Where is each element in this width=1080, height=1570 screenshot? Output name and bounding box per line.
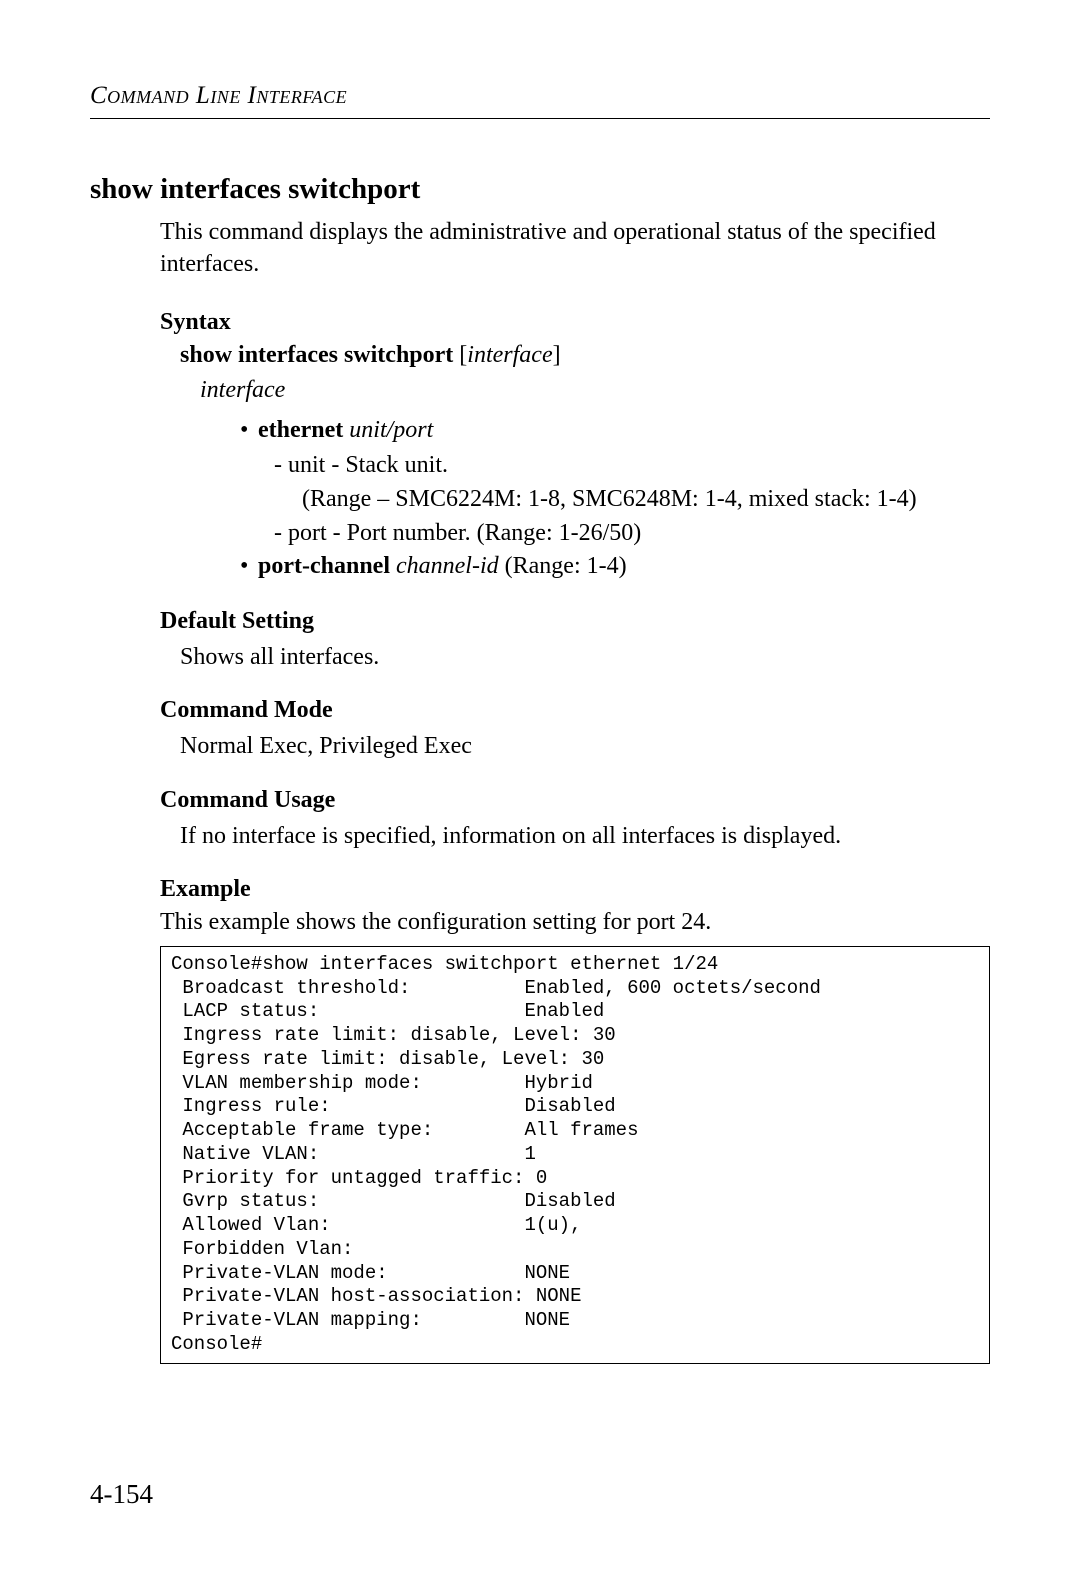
unit-subitem: unit - Stack unit.: [274, 449, 990, 483]
port-subitem: port - Port number. (Range: 1-26/50): [274, 517, 990, 551]
ethernet-arg: unit/port: [349, 417, 433, 443]
syntax-line: show interfaces switchport [interface]: [180, 342, 990, 369]
ethernet-option: ethernet unit/port: [240, 414, 990, 448]
header-rule: [90, 118, 990, 119]
command-mode-heading: Command Mode: [160, 697, 990, 724]
syntax-options-list: ethernet unit/port unit - Stack unit. (R…: [240, 414, 990, 584]
portchannel-arg: channel-id: [396, 553, 499, 579]
example-intro: This example shows the configuration set…: [160, 909, 990, 936]
unit-range: (Range – SMC6224M: 1-8, SMC6248M: 1-4, m…: [302, 483, 990, 517]
command-title: show interfaces switchport: [90, 173, 990, 206]
page-header: Command Line Interface: [90, 82, 990, 110]
command-usage-heading: Command Usage: [160, 787, 990, 814]
default-setting-heading: Default Setting: [160, 608, 990, 635]
page-number: 4-154: [90, 1479, 153, 1510]
portchannel-range: (Range: 1-4): [499, 553, 627, 579]
interface-label: interface: [200, 377, 990, 404]
document-page: Command Line Interface show interfaces s…: [0, 0, 1080, 1424]
console-output: Console#show interfaces switchport ether…: [160, 946, 990, 1364]
example-heading: Example: [160, 876, 990, 903]
ethernet-keyword: ethernet: [258, 417, 343, 443]
syntax-argument: interface: [467, 342, 552, 368]
syntax-heading: Syntax: [160, 309, 990, 336]
default-setting-text: Shows all interfaces.: [180, 641, 990, 673]
command-mode-text: Normal Exec, Privileged Exec: [180, 730, 990, 762]
syntax-command: show interfaces switchport: [180, 342, 453, 368]
command-usage-text: If no interface is specified, informatio…: [180, 820, 990, 852]
syntax-bracket-close: ]: [553, 342, 561, 368]
portchannel-keyword: port-channel: [258, 553, 390, 579]
command-description: This command displays the administrative…: [160, 216, 990, 281]
portchannel-option: port-channel channel-id (Range: 1-4): [240, 550, 990, 584]
